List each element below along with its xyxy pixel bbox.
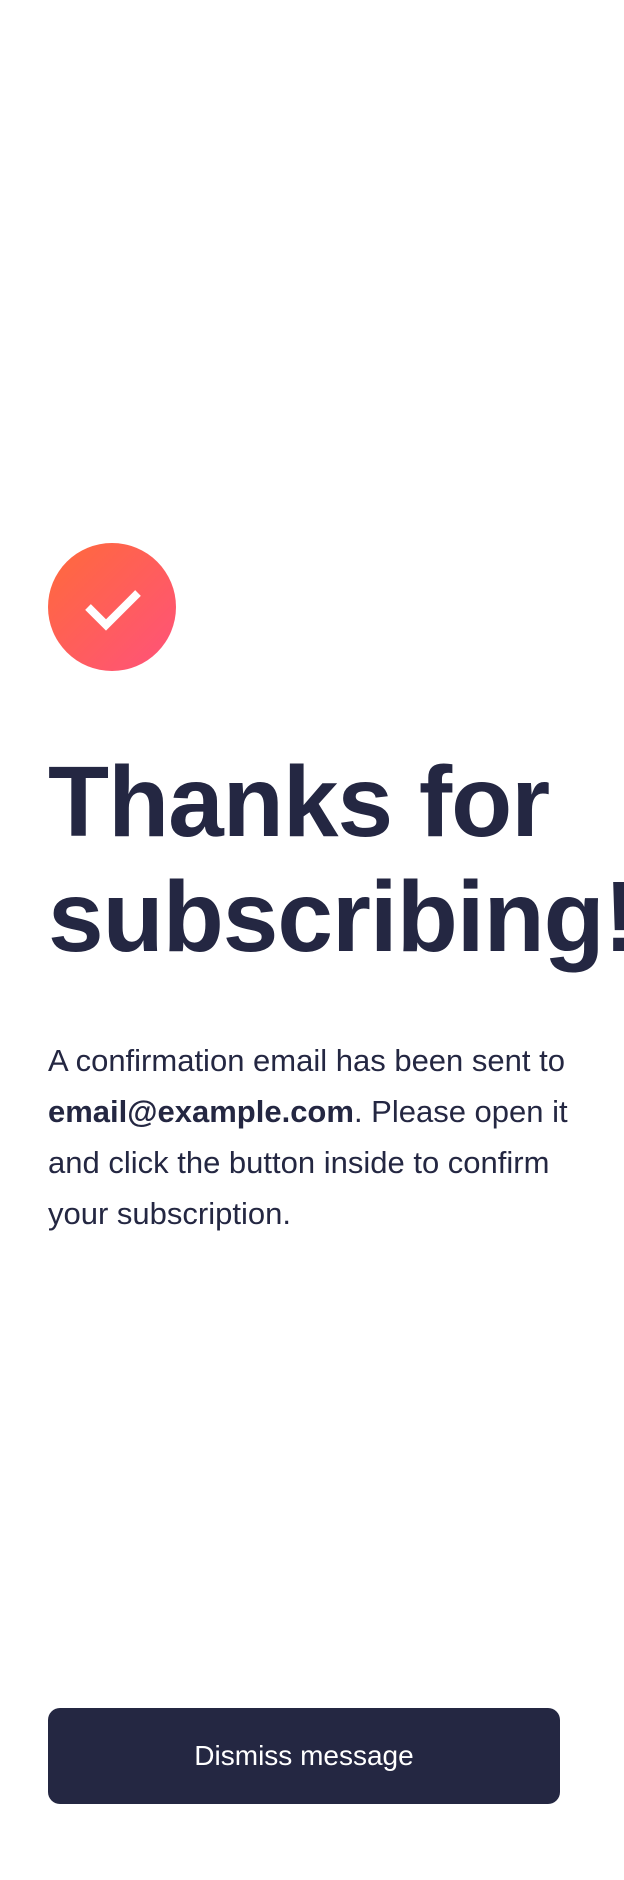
dismiss-button[interactable]: Dismiss message	[48, 1708, 560, 1804]
message-prefix: A confirmation email has been sent to	[48, 1043, 565, 1078]
success-card: Thanks for subscribing! A confirmation e…	[0, 0, 624, 1880]
confirmation-message: A confirmation email has been sent to em…	[48, 1035, 588, 1239]
email-address: email@example.com	[48, 1094, 354, 1129]
page-title: Thanks for subscribing!	[48, 746, 624, 973]
checkmark-icon	[85, 590, 141, 631]
success-badge	[48, 543, 176, 671]
